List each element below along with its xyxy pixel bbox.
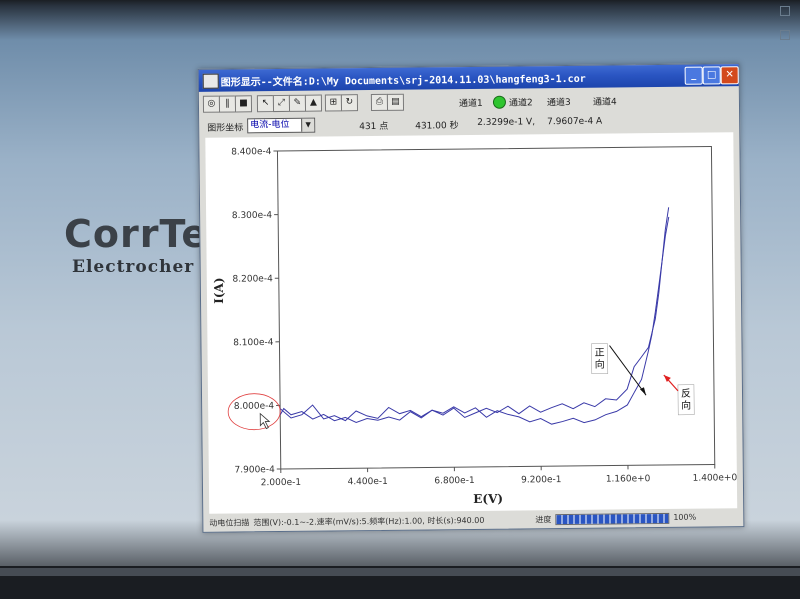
print-icon[interactable]: ⎙ xyxy=(370,93,389,112)
iv-chart[interactable]: 2.000e-1 4.400e-1 6.800e-1 9.200e-1 1.160e+0… xyxy=(205,132,737,514)
x-tick-label: 1.400e+0 xyxy=(693,473,738,483)
progress-bar xyxy=(555,512,670,526)
taskbar xyxy=(0,566,800,599)
plot-type-select[interactable]: 电流-电位 ▼ xyxy=(247,117,316,134)
maximize-button[interactable]: □ xyxy=(702,66,721,85)
scan-params: 范围(V):-0.1~-2.速率(mV/s):5.频率(Hz):1.00, 时长… xyxy=(253,515,485,528)
taskbar-strip xyxy=(0,568,800,576)
minimize-button[interactable]: _ xyxy=(684,66,703,85)
graph-window: 图形显示--文件名:D:\My Documents\srj-2014.11.03… xyxy=(197,63,745,533)
progress-percent: 100% xyxy=(673,512,697,522)
points-readout: 431 点 xyxy=(359,121,389,133)
channel-3[interactable]: 通道3 xyxy=(547,95,571,108)
zoom-icon[interactable]: ⤢ xyxy=(272,94,291,113)
chevron-down-icon[interactable]: ▼ xyxy=(301,118,315,132)
chart-icon[interactable]: ▲ xyxy=(304,94,323,112)
y-axis-label: I(A) xyxy=(212,277,226,303)
x-axis-label: E(V) xyxy=(473,492,503,506)
plot-type-value: 电流-电位 xyxy=(250,119,290,131)
current-readout: 7.9607e-4 A xyxy=(547,116,603,128)
window-title: 图形显示--文件名:D:\My Documents\srj-2014.11.03… xyxy=(220,73,586,89)
x-tick-label: 4.400e-1 xyxy=(348,477,388,487)
brand-subtitle: Electrocher xyxy=(72,257,195,277)
grid-icon[interactable]: ⊞ xyxy=(324,94,343,112)
channel-2[interactable]: 通道2 xyxy=(509,95,533,108)
export-icon[interactable]: ▤ xyxy=(386,93,405,111)
mouse-cursor-icon xyxy=(259,412,271,430)
plot-type-label: 图形坐标 xyxy=(207,123,244,134)
desktop-icon[interactable] xyxy=(780,6,790,16)
y-tick-label: 8.100e-4 xyxy=(233,338,274,348)
y-tick-label: 8.200e-4 xyxy=(232,274,273,284)
square-icon[interactable]: ■ xyxy=(234,95,253,113)
desktop-icon[interactable] xyxy=(780,30,790,40)
x-tick-label: 9.200e-1 xyxy=(521,475,561,485)
y-tick-label: 8.000e-4 xyxy=(234,401,275,411)
plot-frame xyxy=(276,145,716,470)
channel-4[interactable]: 通道4 xyxy=(593,94,617,107)
x-tick-label: 6.800e-1 xyxy=(434,476,474,486)
annotation-reverse-text: 向 xyxy=(681,399,691,412)
title-bar[interactable]: 图形显示--文件名:D:\My Documents\srj-2014.11.03… xyxy=(198,64,739,92)
cursor-icon[interactable]: ↖ xyxy=(256,95,275,113)
brand-logo-text: CorrTe xyxy=(64,212,209,256)
channel-active-indicator xyxy=(492,95,507,109)
progress-label: 进度 xyxy=(535,515,552,525)
refresh-icon[interactable]: ↻ xyxy=(340,94,359,112)
voltage-readout: 2.3299e-1 V, xyxy=(477,117,536,128)
stop-icon[interactable]: ◎ xyxy=(202,95,221,113)
x-tick-label: 1.160e+0 xyxy=(606,474,651,484)
y-tick-label: 8.300e-4 xyxy=(232,211,273,221)
scan-mode: 动电位扫描 xyxy=(209,518,250,528)
plot-area[interactable]: 2.000e-1 4.400e-1 6.800e-1 9.200e-1 1.160e+0… xyxy=(205,132,738,514)
app-icon xyxy=(202,73,219,89)
pause-icon[interactable]: ‖ xyxy=(218,95,237,113)
annotation-forward-text: 正 xyxy=(595,348,605,359)
channel-1[interactable]: 通道1 xyxy=(459,96,483,109)
annotation-forward-text: 向 xyxy=(595,358,605,371)
close-button[interactable]: ✕ xyxy=(720,66,739,85)
x-tick-label: 2.000e-1 xyxy=(261,478,301,488)
y-tick-label: 7.900e-4 xyxy=(234,465,275,475)
edit-icon[interactable]: ✎ xyxy=(288,94,307,112)
progress-fill xyxy=(556,513,669,525)
y-tick-label: 8.400e-4 xyxy=(231,147,272,157)
time-readout: 431.00 秒 xyxy=(415,121,459,132)
status-bar: 动电位扫描 范围(V):-0.1~-2.速率(mV/s):5.频率(Hz):1.… xyxy=(205,510,741,530)
annotation-reverse-text: 反 xyxy=(681,388,691,400)
